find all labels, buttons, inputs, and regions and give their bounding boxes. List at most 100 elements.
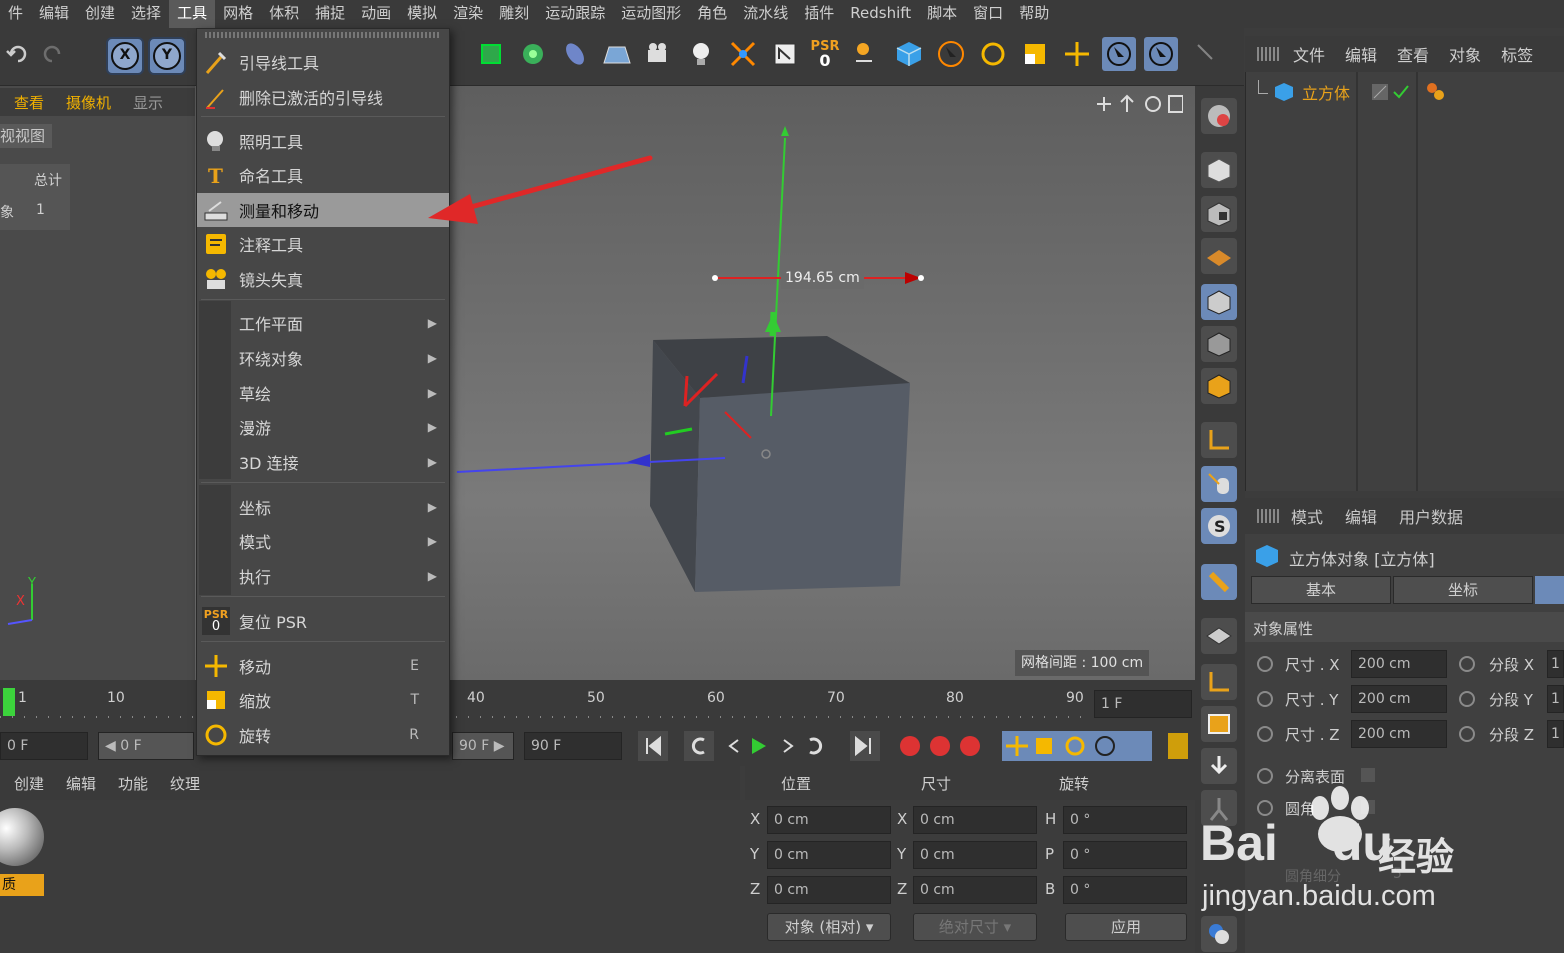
attr-tab-2[interactable]: 用户数据 [1399,504,1463,528]
menu-9[interactable]: 模拟 [399,0,445,28]
size-radio[interactable] [1257,726,1273,742]
tools-menu-item-3[interactable]: T 命名工具 [197,158,449,192]
axis-swap-icon[interactable] [850,37,884,71]
end-frame-field[interactable]: 90 F [524,732,622,760]
tools-menu-item-2[interactable]: 照明工具 [197,124,449,158]
rotate-tool-icon[interactable] [976,37,1010,71]
object-tab-2[interactable]: 查看 [1397,42,1429,66]
menu-16[interactable]: 插件 [796,0,842,28]
tools-menu-item-8[interactable]: 环绕对象 ▶ [197,341,449,375]
current-frame-field[interactable]: 1 F [1094,690,1192,718]
position-field[interactable]: 0 cm [767,806,891,834]
viewport-tab-2[interactable]: 显示 [133,92,163,113]
menu-11[interactable]: 雕刻 [491,0,537,28]
locked-workplane-icon[interactable] [1201,618,1237,654]
solo-mode-icon[interactable]: S [1201,508,1237,544]
menu-14[interactable]: 角色 [689,0,735,28]
tools-menu-item-18[interactable]: 旋转 R [197,718,449,752]
start-frame-field[interactable]: 0 F [0,732,88,760]
scale-tool-icon[interactable] [1018,37,1052,71]
menu-8[interactable]: 动画 [353,0,399,28]
rotation-field[interactable]: 0 ° [1063,876,1187,904]
tools-menu-item-15[interactable]: PSR 0 复位 PSR [197,604,449,638]
position-field[interactable]: 0 cm [767,841,891,869]
size-value-field[interactable]: 200 cm [1351,685,1447,713]
size-field[interactable]: 0 cm [913,806,1037,834]
spline-pen-icon[interactable] [558,37,592,71]
menu-18[interactable]: 脚本 [919,0,965,28]
segment-radio[interactable] [1459,656,1475,672]
size-radio[interactable] [1257,691,1273,707]
polygon-mode-icon[interactable] [1201,368,1237,404]
cube-primitive-icon[interactable] [474,37,508,71]
workplane-mode-icon[interactable] [1201,238,1237,274]
floor-grid-icon[interactable] [600,37,634,71]
material-tab-0[interactable]: 创建 [14,773,44,794]
texture-mode-icon[interactable] [1201,196,1237,232]
transport-icons[interactable] [638,730,1198,762]
menu-1[interactable]: 编辑 [31,0,77,28]
tools-menu-item-5[interactable]: 注释工具 [197,227,449,261]
material-tab-1[interactable]: 编辑 [66,773,96,794]
menu-19[interactable]: 窗口 [965,0,1011,28]
tools-menu-item-1[interactable]: 删除已激活的引导线 [197,80,449,114]
rotation-field[interactable]: 0 ° [1063,806,1187,834]
x-axis-lock-button[interactable]: X [106,37,144,75]
separate-surfaces-checkbox[interactable] [1361,768,1375,782]
snap-magnet-icon[interactable] [1201,564,1237,600]
tools-menu-item-4[interactable]: 测量和移动 [197,193,449,227]
axis-mode-icon[interactable] [1201,422,1237,458]
object-tab-4[interactable]: 标签 [1501,42,1533,66]
tools-menu-item-12[interactable]: 坐标 ▶ [197,490,449,524]
object-visibility-icons[interactable] [1370,82,1414,102]
tab-coord[interactable]: 坐标 [1393,576,1533,604]
menu-7[interactable]: 捕捉 [307,0,353,28]
tools-menu-item-0[interactable]: 引导线工具 [197,45,449,79]
tag-icon[interactable] [1426,82,1450,102]
download-icon[interactable] [1201,748,1237,784]
timeline[interactable]: 1 10 40 50 60 70 80 90 1 F [0,680,1195,726]
material-swatch[interactable]: 质 [0,806,44,896]
render-view-icon[interactable] [768,37,802,71]
object-tab-0[interactable]: 文件 [1293,42,1325,66]
position-field[interactable]: 0 cm [767,876,891,904]
rotation-field[interactable]: 0 ° [1063,841,1187,869]
tools-menu-item-16[interactable]: 移动 E [197,649,449,683]
viewport-tab-1[interactable]: 摄像机 [66,92,111,113]
edge-mode-icon[interactable] [1201,326,1237,362]
size-radio[interactable] [1257,656,1273,672]
segment-value-field[interactable]: 1 [1547,720,1564,748]
tools-menu-item-7[interactable]: 工作平面 ▶ [197,306,449,340]
attr-tab-0[interactable]: 模式 [1291,504,1323,528]
size-value-field[interactable]: 200 cm [1351,650,1447,678]
menu-15[interactable]: 流水线 [735,0,796,28]
tab-basic[interactable]: 基本 [1251,576,1391,604]
attr-tab-1[interactable]: 编辑 [1345,504,1377,528]
menu-2[interactable]: 创建 [77,0,123,28]
rect-select-icon[interactable] [1144,37,1178,71]
menu-13[interactable]: 运动图形 [613,0,689,28]
max-frame-field[interactable]: 90 F ▶ [452,732,514,760]
material-tab-2[interactable]: 功能 [118,773,148,794]
object-name[interactable]: 立方体 [1302,80,1350,104]
tweak-mode-icon[interactable] [1201,466,1237,502]
size-field[interactable]: 0 cm [913,841,1037,869]
cursor-lasso-icon[interactable] [1188,37,1222,71]
material-label[interactable]: 质 [0,874,44,896]
size-mode-select[interactable]: 绝对尺寸 ▾ [913,913,1037,941]
playhead[interactable] [3,688,15,716]
cube-view-icon[interactable] [892,37,926,71]
object-tab-1[interactable]: 编辑 [1345,42,1377,66]
menu-4[interactable]: 工具 [169,0,216,28]
tools-menu-item-13[interactable]: 模式 ▶ [197,524,449,558]
apply-button[interactable]: 应用 [1065,913,1187,941]
tools-menu-item-14[interactable]: 执行 ▶ [197,559,449,593]
light-bulb-icon[interactable] [684,37,718,71]
menu-3[interactable]: 选择 [123,0,169,28]
tools-menu-item-17[interactable]: 缩放 T [197,683,449,717]
cloner-icon[interactable] [516,37,550,71]
live-select-icon[interactable] [934,37,968,71]
viewport-tab-0[interactable]: 查看 [14,92,44,113]
segment-radio[interactable] [1459,726,1475,742]
menu-20[interactable]: 帮助 [1011,0,1057,28]
